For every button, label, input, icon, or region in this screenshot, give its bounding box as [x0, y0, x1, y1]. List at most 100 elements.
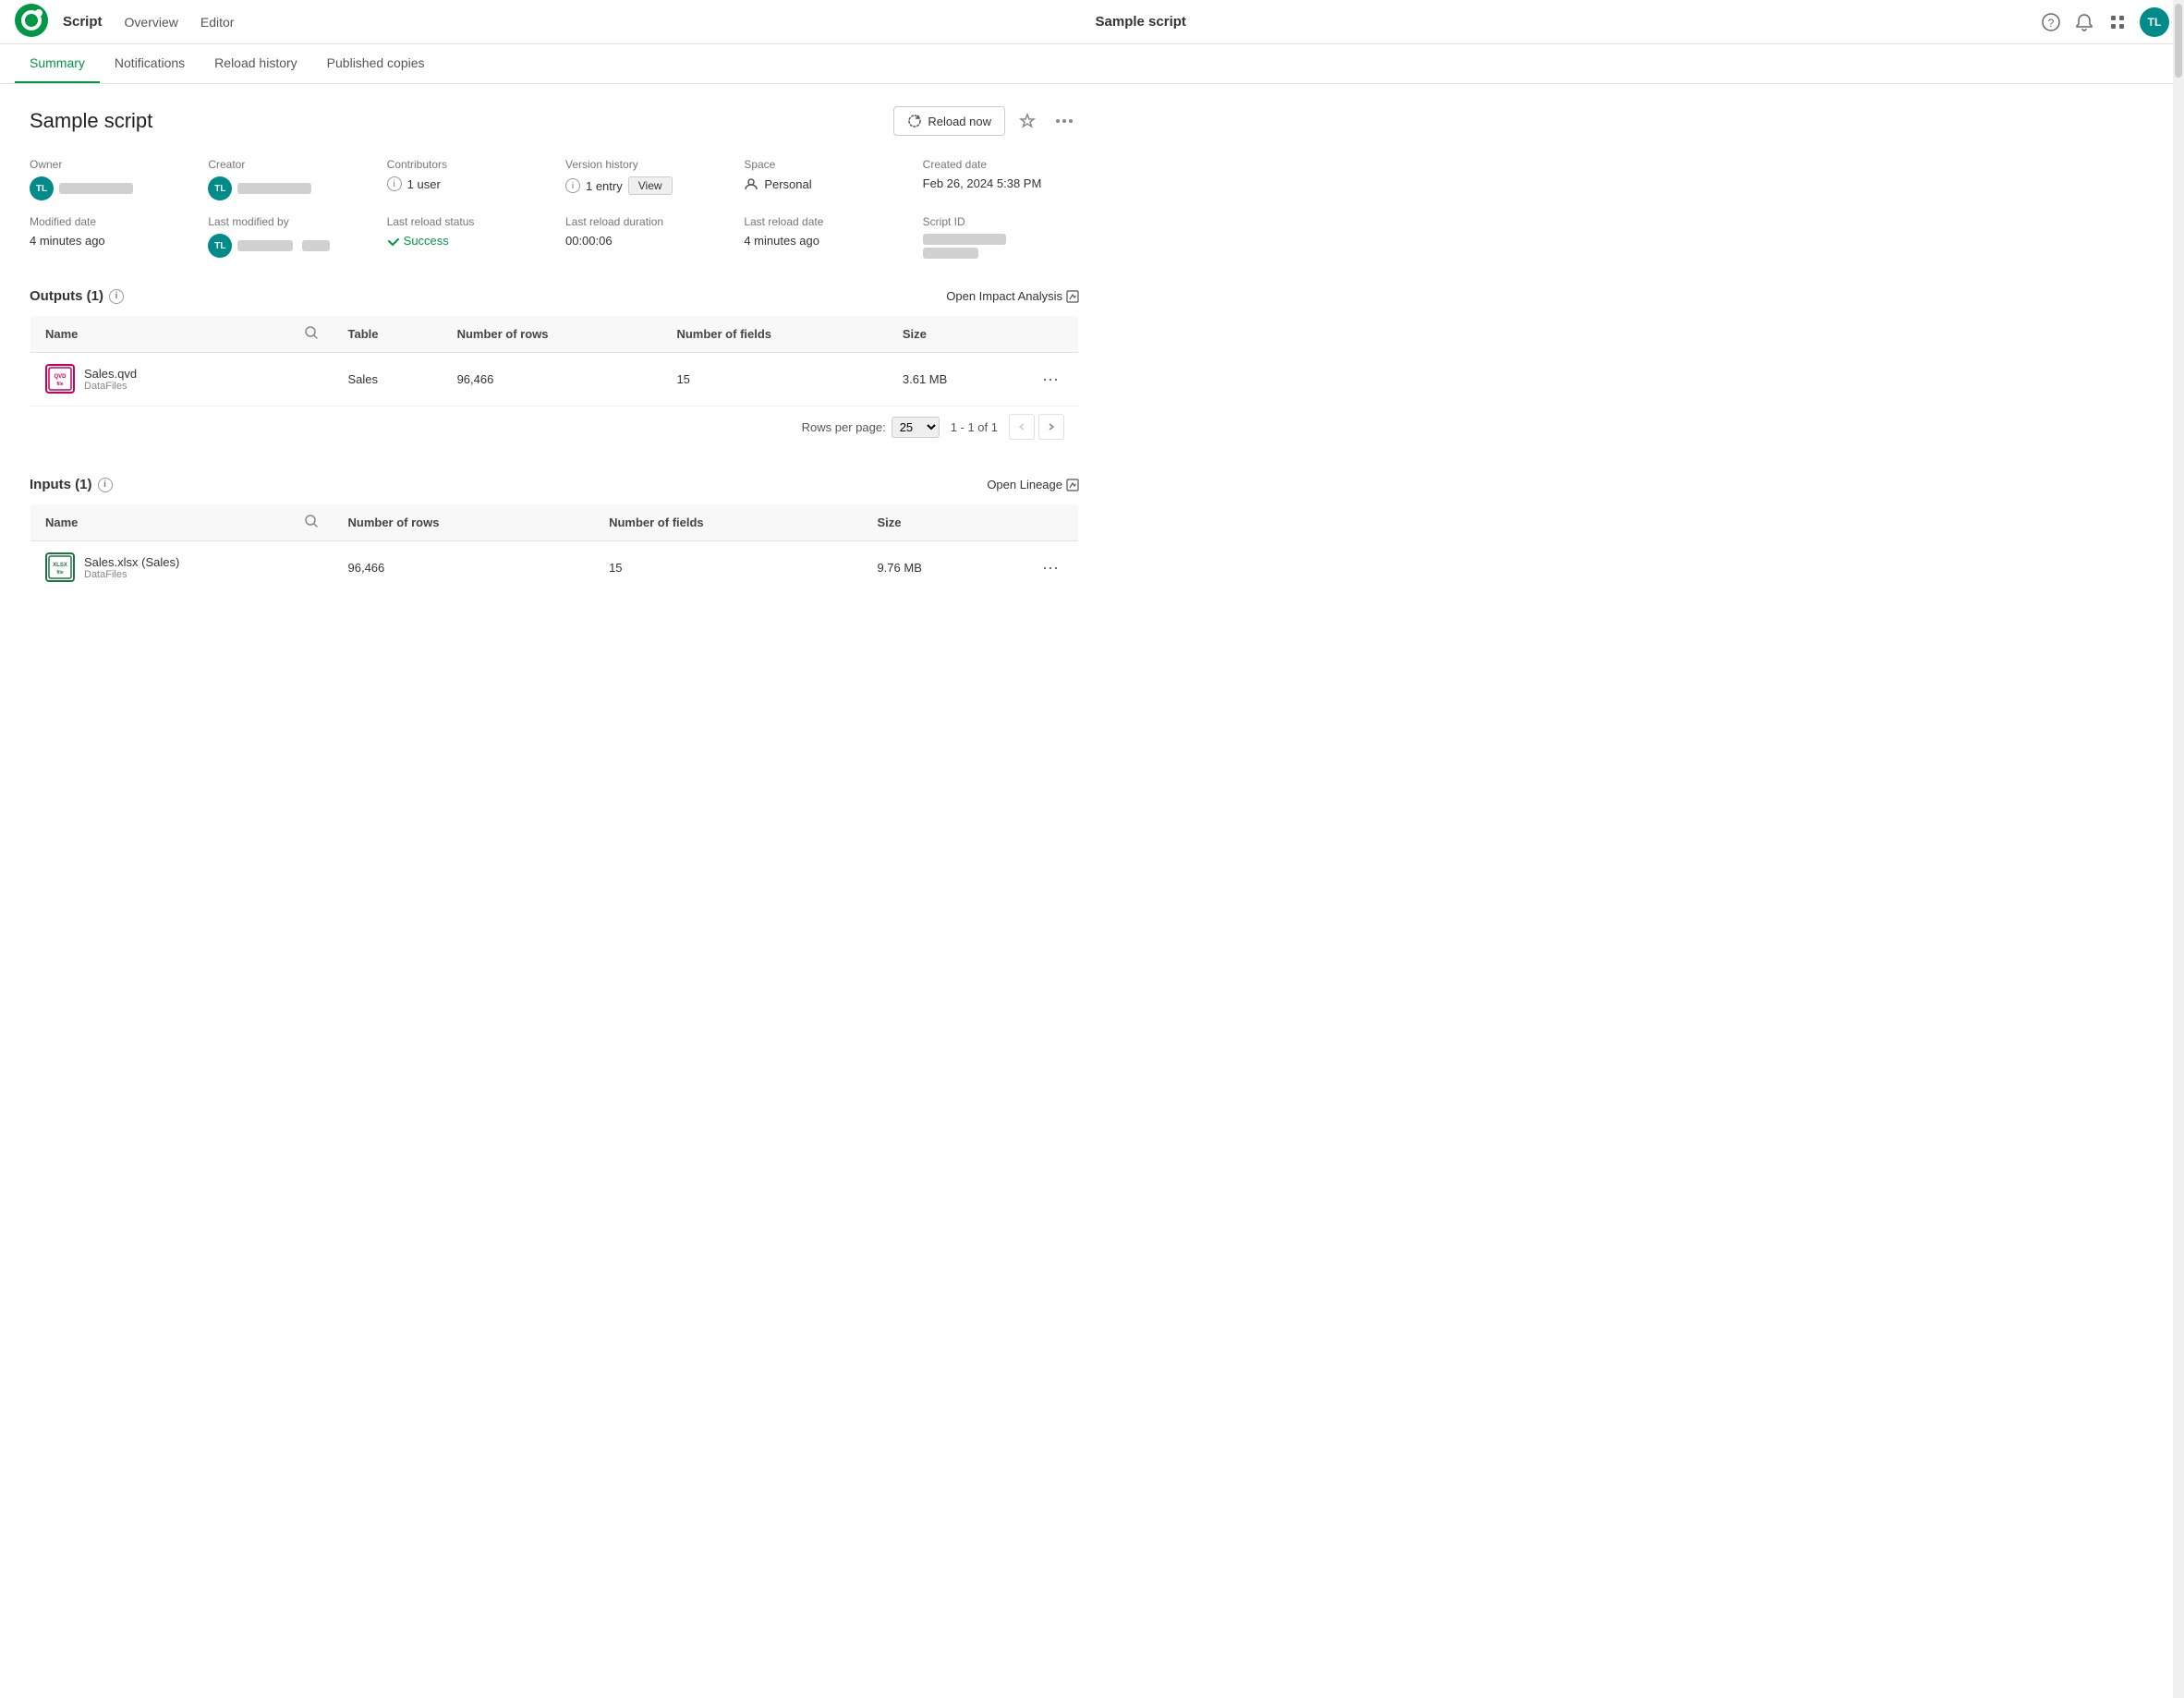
- inputs-cell-search-col: [289, 541, 334, 594]
- scrollbar[interactable]: [2173, 0, 2184, 1698]
- version-history-label: Version history: [565, 158, 722, 171]
- inputs-file-sub: DataFiles: [84, 569, 179, 580]
- inputs-cell-name: XLSX file Sales.xlsx (Sales) DataFiles: [30, 541, 289, 594]
- version-info-icon[interactable]: i: [565, 178, 580, 193]
- reload-duration-value: 00:00:06: [565, 234, 722, 248]
- rows-per-page-select[interactable]: 25 50 100: [892, 417, 940, 438]
- nav-right: ? TL: [2040, 7, 2169, 37]
- outputs-info-icon[interactable]: i: [109, 289, 124, 304]
- reload-status-meta: Last reload status Success: [387, 215, 543, 259]
- modified-date-meta: Modified date 4 minutes ago: [30, 215, 186, 259]
- space-icon: [744, 176, 758, 191]
- xlsx-file-icon: XLSX file: [45, 552, 75, 582]
- space-label: Space: [744, 158, 900, 171]
- open-lineage-link[interactable]: Open Lineage: [987, 478, 1079, 491]
- inputs-col-size: Size: [862, 504, 1023, 541]
- last-modified-meta: Last modified by TL: [208, 215, 364, 259]
- outputs-cell-table: Sales: [334, 353, 443, 406]
- inputs-col-actions: [1023, 504, 1079, 541]
- reload-duration-meta: Last reload duration 00:00:06: [565, 215, 722, 259]
- creator-name-redacted: [237, 183, 311, 194]
- inputs-cell-more: ···: [1023, 541, 1079, 594]
- next-page-button[interactable]: [1038, 414, 1064, 440]
- tab-summary[interactable]: Summary: [15, 44, 100, 83]
- created-date-value: Feb 26, 2024 5:38 PM: [923, 176, 1079, 190]
- outputs-col-actions: [1023, 316, 1079, 353]
- tab-published-copies[interactable]: Published copies: [312, 44, 440, 83]
- owner-value: TL: [30, 176, 186, 200]
- tab-reload-history[interactable]: Reload history: [200, 44, 312, 83]
- svg-text:XLSX: XLSX: [53, 563, 67, 568]
- svg-text:file: file: [56, 382, 63, 387]
- reload-now-button[interactable]: Reload now: [893, 106, 1005, 136]
- version-history-meta: Version history i 1 entry View: [565, 158, 722, 200]
- space-meta: Space Personal: [744, 158, 900, 200]
- outputs-cell-more: ···: [1023, 353, 1079, 406]
- inputs-col-rows: Number of rows: [334, 504, 595, 541]
- script-id-label: Script ID: [923, 215, 1079, 228]
- creator-meta: Creator TL: [208, 158, 364, 200]
- last-modified-name-redacted2: [302, 240, 330, 251]
- help-icon[interactable]: ?: [2040, 11, 2062, 33]
- prev-page-button[interactable]: [1009, 414, 1035, 440]
- outputs-table: Name Table Number of rows Number of fiel…: [30, 315, 1079, 406]
- inputs-cell-rows: 96,466: [334, 541, 595, 594]
- modified-date-value: 4 minutes ago: [30, 234, 186, 248]
- nav-overview[interactable]: Overview: [117, 11, 186, 33]
- more-options-button[interactable]: [1050, 106, 1079, 136]
- outputs-col-size: Size: [888, 316, 1023, 353]
- qlik-logo[interactable]: [15, 4, 48, 40]
- grid-icon[interactable]: [2106, 11, 2129, 33]
- outputs-col-search[interactable]: [289, 316, 334, 353]
- svg-text:file: file: [56, 570, 63, 576]
- space-value: Personal: [764, 177, 811, 191]
- inputs-col-fields: Number of fields: [594, 504, 862, 541]
- owner-avatar: TL: [30, 176, 54, 200]
- created-date-label: Created date: [923, 158, 1079, 171]
- outputs-cell-name: QVD file Sales.qvd DataFiles: [30, 353, 289, 406]
- nav-editor[interactable]: Editor: [193, 11, 242, 33]
- version-view-button[interactable]: View: [628, 176, 673, 195]
- top-nav: Script Overview Editor Sample script ?: [0, 0, 2184, 44]
- lineage-icon: [1066, 479, 1079, 491]
- outputs-title: Outputs (1) i: [30, 288, 124, 304]
- user-avatar[interactable]: TL: [2140, 7, 2169, 37]
- creator-value: TL: [208, 176, 364, 200]
- page-title: Sample script: [30, 109, 152, 133]
- outputs-row-more-button[interactable]: ···: [1037, 366, 1063, 392]
- outputs-section-header: Outputs (1) i Open Impact Analysis: [30, 288, 1079, 304]
- last-modified-label: Last modified by: [208, 215, 364, 228]
- outputs-col-fields: Number of fields: [661, 316, 887, 353]
- notification-icon[interactable]: [2073, 11, 2095, 33]
- outputs-cell-rows: 96,466: [443, 353, 662, 406]
- inputs-col-name: Name: [30, 504, 289, 541]
- outputs-pagination: Rows per page: 25 50 100 1 - 1 of 1: [30, 406, 1079, 447]
- reload-date-value: 4 minutes ago: [744, 234, 900, 248]
- inputs-file-name: Sales.xlsx (Sales): [84, 555, 179, 569]
- inputs-col-search[interactable]: [289, 504, 334, 541]
- inputs-info-icon[interactable]: i: [98, 478, 113, 492]
- scrollbar-thumb[interactable]: [2175, 4, 2182, 78]
- modified-date-label: Modified date: [30, 215, 186, 228]
- last-modified-name-redacted: [237, 240, 293, 251]
- reload-icon: [907, 114, 922, 128]
- outputs-cell-size: 3.61 MB: [888, 353, 1023, 406]
- tab-notifications[interactable]: Notifications: [100, 44, 200, 83]
- inputs-section-header: Inputs (1) i Open Lineage: [30, 477, 1079, 492]
- star-button[interactable]: [1013, 106, 1042, 136]
- nav-links: Overview Editor: [117, 11, 242, 33]
- owner-name-redacted: [59, 183, 133, 194]
- page-info: 1 - 1 of 1: [951, 420, 998, 434]
- tab-bar: Summary Notifications Reload history Pub…: [0, 44, 2184, 84]
- contributors-info-icon[interactable]: i: [387, 176, 402, 191]
- metadata-grid: Owner TL Creator TL Contributors i 1 use…: [30, 158, 1079, 259]
- open-impact-analysis-link[interactable]: Open Impact Analysis: [946, 289, 1079, 303]
- app-title: Sample script: [256, 14, 2025, 30]
- inputs-row-more-button[interactable]: ···: [1037, 554, 1063, 580]
- script-id-redacted1: [923, 234, 1006, 245]
- reload-status-label: Last reload status: [387, 215, 543, 228]
- script-id-redacted2: [923, 248, 978, 259]
- chevron-left-icon: [1017, 422, 1026, 431]
- version-history-value: 1 entry: [586, 179, 623, 193]
- outputs-file-sub: DataFiles: [84, 381, 137, 392]
